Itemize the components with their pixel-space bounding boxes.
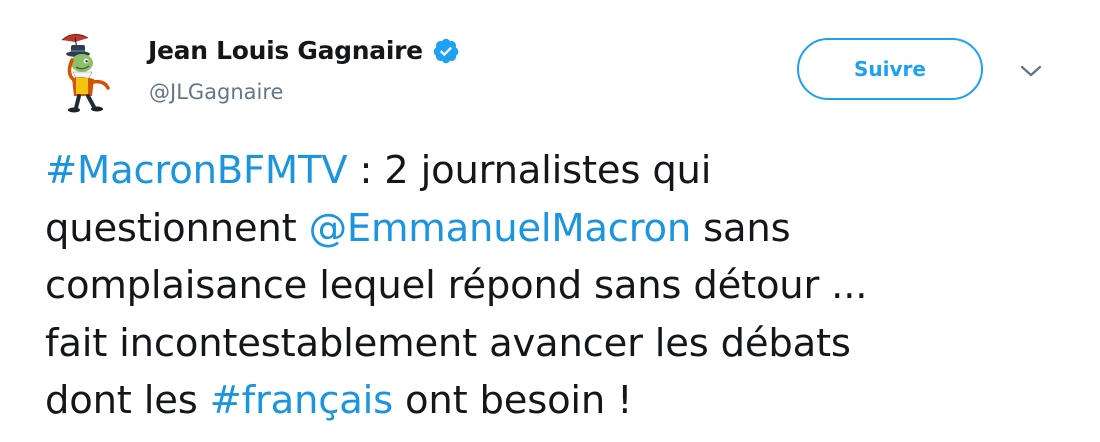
tweet-text-segment: questionnent [45,205,309,251]
tweet-header: Jean Louis Gagnaire @JLGagnaire Suivre [0,0,1100,130]
author-name-row: Jean Louis Gagnaire [148,36,460,65]
tweet-text-segment: dont les [45,378,210,423]
author-handle[interactable]: @JLGagnaire [149,80,283,104]
jiminy-cricket-avatar-icon [61,34,110,113]
tweet-text-segment: ont besoin ! [392,378,633,423]
tweet-line: complaisance lequel répond sans détour .… [45,257,1075,315]
hashtag-link[interactable]: #français [210,378,394,423]
follow-button[interactable]: Suivre [797,38,983,100]
hashtag-link[interactable]: #MacronBFMTV [45,148,348,193]
author-display-name[interactable]: Jean Louis Gagnaire [148,36,423,65]
tweet-line: fait incontestablement avancer les débat… [45,315,1075,373]
tweet-text-segment: sans [691,205,791,251]
tweet-text: #MacronBFMTV : 2 journalistes qui questio… [45,142,1075,430]
tweet-line: #MacronBFMTV : 2 journalistes qui [45,142,1075,200]
tweet-line: questionnent @EmmanuelMacron sans [45,200,1075,258]
avatar[interactable] [48,30,128,114]
tweet-line: dont les #français ont besoin ! [45,372,1075,430]
verified-badge-icon [433,38,459,63]
chevron-down-icon [1020,65,1042,77]
tweet-text-segment: fait incontestablement avancer les débat… [45,320,851,366]
more-options-button[interactable] [1018,62,1044,80]
tweet-text-segment: : 2 journalistes qui [347,148,712,193]
mention-link[interactable]: @EmmanuelMacron [309,206,692,251]
tweet-text-segment: complaisance lequel répond sans détour .… [45,263,868,308]
